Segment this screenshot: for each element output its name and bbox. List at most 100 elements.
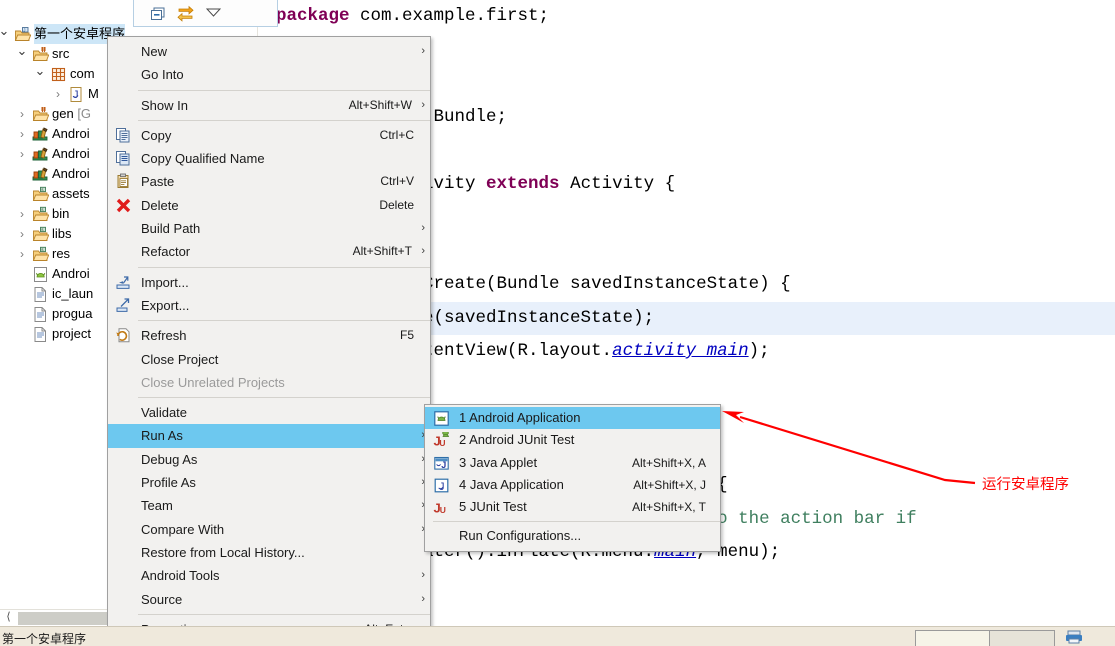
context-menu-item[interactable]: Android Tools › — [108, 564, 430, 587]
tree-item-label: com — [70, 66, 95, 81]
svg-text:J: J — [439, 481, 445, 493]
tree-item-label: M — [88, 86, 99, 101]
java-applet-icon: J — [433, 455, 450, 472]
run-as-menu-item-label: 5 JUnit Test — [459, 499, 527, 515]
context-menu-item-label: Run As — [141, 428, 183, 444]
context-menu-item[interactable]: Source › — [108, 588, 430, 611]
submenu-chevron-right-icon: › — [421, 222, 425, 235]
taskbar-item-project[interactable]: 第一个安卓程序 — [2, 630, 152, 646]
tree-item-label: gen — [52, 106, 78, 121]
code-token: Activity { — [559, 173, 676, 194]
menu-separator — [138, 613, 430, 615]
context-menu-item[interactable]: Refresh F5 — [108, 324, 430, 347]
context-menu-item-label: Refactor — [141, 244, 191, 260]
scroll-left-arrow-icon[interactable]: ⟨ — [0, 610, 17, 627]
context-menu-item-label: Validate — [141, 405, 188, 421]
chevron-down-icon[interactable]: ⌄ — [16, 44, 28, 64]
java-file-icon: J — [68, 86, 85, 102]
delete-icon — [115, 197, 132, 214]
svg-text:U: U — [440, 505, 446, 515]
chevron-right-icon[interactable]: › — [16, 244, 28, 264]
run-as-menu-item[interactable]: 1 Android Application — [425, 407, 720, 430]
context-menu-item[interactable]: New › — [108, 40, 430, 63]
bottom-taskbar: 第一个安卓程序 — [0, 626, 1115, 646]
context-menu-item[interactable]: Team› — [108, 494, 430, 517]
collapse-all-icon[interactable] — [150, 5, 167, 25]
context-menu-item[interactable]: Copy Ctrl+C — [108, 124, 430, 147]
context-menu-item-accelerator: Ctrl+V — [380, 174, 414, 189]
context-menu-item-label: Restore from Local History... — [141, 544, 305, 560]
code-token: com.example.first; — [349, 6, 550, 26]
context-menu-item[interactable]: Compare With› — [108, 518, 430, 541]
chevron-down-icon[interactable]: ⌄ — [0, 24, 10, 44]
context-menu-item[interactable]: Restore from Local History... — [108, 541, 430, 564]
tray-printer-icon[interactable] — [1065, 630, 1083, 646]
chevron-right-icon[interactable]: › — [16, 104, 28, 124]
junit-icon: JU — [433, 499, 450, 516]
run-as-menu-item[interactable]: J 3 Java Applet Alt+Shift+X, A — [425, 452, 720, 474]
menu-separator — [138, 119, 430, 121]
context-menu-item-label: Compare With — [141, 521, 225, 537]
file-icon — [32, 286, 49, 302]
folder-icon: s — [32, 186, 50, 202]
file-icon — [32, 326, 49, 342]
run-as-menu-item-label: Run Configurations... — [459, 528, 582, 544]
run-as-menu-item[interactable]: JU 5 JUnit Test Alt+Shift+X, T — [425, 496, 720, 518]
context-menu-item-label: Close Project — [141, 351, 219, 367]
context-menu-item[interactable]: Profile As› — [108, 471, 430, 494]
tree-item-label: res — [52, 246, 71, 261]
context-menu-item: Close Unrelated Projects — [108, 371, 430, 394]
menu-separator — [138, 320, 430, 322]
context-menu-item-label: Export... — [141, 297, 190, 313]
run-as-menu-item-label: 3 Java Applet — [459, 454, 538, 470]
context-menu-item[interactable]: Show In Alt+Shift+W › — [108, 94, 430, 117]
run-as-submenu[interactable]: 1 Android Application J U 2 Android JUnit T… — [424, 404, 721, 552]
submenu-chevron-right-icon: › — [421, 569, 425, 582]
code-token: activity_main — [612, 341, 749, 361]
chevron-right-icon[interactable]: › — [16, 144, 28, 164]
context-menu-item[interactable]: Delete Delete — [108, 194, 430, 217]
copy-qualified-name-icon — [115, 150, 132, 167]
chevron-right-icon[interactable]: › — [52, 84, 64, 104]
code-token: extends — [486, 173, 560, 194]
context-menu-item-label: Delete — [141, 197, 179, 213]
context-menu-item[interactable]: Build Path › — [108, 217, 430, 240]
context-menu-item[interactable]: Export... — [108, 294, 430, 317]
tray-box[interactable] — [915, 630, 1055, 646]
context-menu-item[interactable]: Paste Ctrl+V — [108, 170, 430, 193]
context-menu-item-accelerator: Alt+Shift+T — [352, 244, 412, 259]
context-menu-item[interactable]: Validate — [108, 401, 430, 424]
project-context-menu[interactable]: New › Go Into Show In Alt+Shift+W › Copy Ctrl+C… — [107, 36, 431, 646]
run-as-menu-item[interactable]: J 4 Java Application Alt+Shift+X, J — [425, 474, 720, 496]
svg-text:U: U — [439, 438, 445, 448]
context-menu-item[interactable]: Close Project — [108, 348, 430, 371]
chevron-right-icon[interactable]: › — [16, 204, 28, 224]
link-with-editor-icon[interactable] — [176, 5, 195, 25]
context-menu-item-accelerator: F5 — [399, 328, 414, 343]
context-menu-item[interactable]: Copy Qualified Name — [108, 147, 430, 170]
context-menu-item[interactable]: Go Into — [108, 63, 430, 86]
run-as-menu-item[interactable]: JU 2 Android JUnit Test — [425, 429, 720, 451]
chevron-down-icon[interactable]: ⌄ — [34, 64, 46, 84]
view-menu-triangle-down-icon[interactable] — [205, 7, 222, 21]
context-menu-item-label: Debug As — [141, 451, 198, 467]
run-as-menu-item[interactable]: Run Configurations... — [425, 525, 720, 547]
context-menu-item-label: Source — [141, 591, 183, 607]
package-explorer-toolbar — [133, 0, 278, 27]
project-folder-icon: J — [14, 26, 32, 42]
context-menu-item[interactable]: Debug As› — [108, 448, 430, 471]
chevron-right-icon[interactable]: › — [16, 224, 28, 244]
annotation-group: 运行安卓程序 — [700, 395, 1115, 540]
context-menu-item[interactable]: Import... — [108, 271, 430, 294]
annotation-arrow-icon — [722, 411, 976, 485]
context-menu-item-label: Profile As — [141, 475, 196, 491]
chevron-right-icon[interactable]: › — [16, 124, 28, 144]
svg-text:J: J — [23, 27, 25, 32]
run-as-menu-item-label: 4 Java Application — [459, 476, 564, 492]
context-menu-item-label: Build Path — [141, 221, 201, 237]
context-menu-item[interactable]: Refactor Alt+Shift+T › — [108, 240, 430, 263]
code-line[interactable]: package com.example.first; — [276, 0, 1115, 34]
tree-item-label: project — [52, 326, 92, 341]
context-menu-item[interactable]: Run As› — [108, 424, 430, 448]
tree-item-label: Androi — [52, 146, 90, 161]
